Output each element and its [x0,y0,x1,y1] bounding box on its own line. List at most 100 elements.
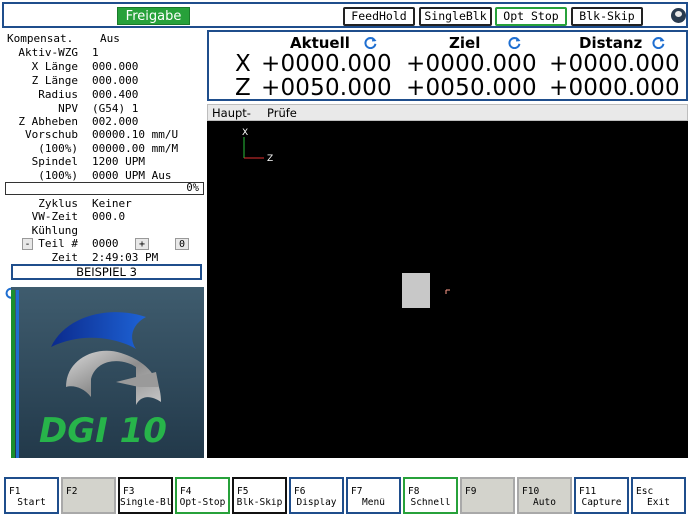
dgi-logo-panel: DGI 10 [5,287,204,458]
dro-x-distance: +0000.000 [549,51,680,77]
fkey-f8-rapid[interactable]: F8 Schnell [403,477,458,514]
fkey-label: Schnell [410,498,451,508]
z-length-value: 000.000 [92,74,139,87]
fkey-code: F5 [237,486,249,497]
fkey-f7-menu[interactable]: F7 Menü [346,477,401,514]
fkey-label: Start [17,498,46,508]
fkey-f11-capture[interactable]: F11 Capture [574,477,629,514]
fkey-f9[interactable]: F9 [460,477,515,514]
radius-value: 000.400 [92,88,139,101]
part-counter-row: - Teil # 0000 + 0 [2,237,205,251]
fkey-f5-blk-skip[interactable]: F5 Blk-Skip [232,477,287,514]
spindle-override-label: (100%) [38,169,78,182]
fkey-label: Exit [647,498,670,508]
z-length-label: Z Länge [31,74,78,87]
part-label: Teil # [38,237,78,250]
function-key-bar: F1 Start F2 F3 Single-Bl F4 Opt-Stop F5 … [2,477,688,514]
dwell-label: VW-Zeit [31,210,78,223]
compensation-value: Aus [100,32,120,45]
tab-check[interactable]: Prüfe [267,106,297,120]
fkey-esc-exit[interactable]: Esc Exit [631,477,686,514]
singleblock-button[interactable]: SingleBlk [419,7,492,26]
fkey-code: F11 [579,486,597,497]
dro-x-actual: +0000.000 [261,51,392,77]
npv-value: (G54) 1 [92,102,139,115]
program-name[interactable]: BEISPIEL 3 [11,264,202,280]
npv-label: NPV [58,102,78,115]
dwell-row: VW-Zeit 000.0 [2,210,205,224]
tab-main[interactable]: Haupt- [212,106,251,120]
refresh-target-icon[interactable] [508,36,521,49]
workpiece-stock [402,273,430,308]
tool-marker-icon [445,289,450,294]
top-status-bar: Freigabe FeedHold SingleBlk Opt Stop Blk… [2,2,688,28]
fkey-code: Esc [636,486,654,497]
radius-row: Radius 000.400 [2,88,205,102]
dro-axis-z: Z [235,75,251,101]
active-tool-row: Aktiv-WZG 1 [2,46,205,60]
compensation-label: Kompensat. [7,32,74,45]
active-tool-label: Aktiv-WZG [18,46,78,59]
refresh-distance-icon[interactable] [652,36,665,49]
part-value: 0000 [92,237,119,250]
program-progress-bar: 0% [5,182,204,195]
z-lift-label: Z Abheben [18,115,78,128]
fkey-f6-display[interactable]: F6 Display [289,477,344,514]
fkey-f2[interactable]: F2 [61,477,116,514]
fkey-label: Auto [533,498,556,508]
radius-label: Radius [38,88,78,101]
fkey-code: F8 [408,486,420,497]
fkey-code: F1 [9,486,21,497]
part-reset-button[interactable]: 0 [175,238,189,250]
x-length-row: X Länge 000.000 [2,60,205,74]
dgi-logo-icon: DGI 10 [11,287,204,458]
part-decrement-button[interactable]: - [22,238,33,250]
fkey-code: F6 [294,486,306,497]
refresh-actual-icon[interactable] [364,36,377,49]
z-length-row: Z Länge 000.000 [2,74,205,88]
fkey-f10-auto[interactable]: F10 Auto [517,477,572,514]
feed-value: 00000.10 mm/U [92,128,179,141]
fkey-code: F10 [522,486,540,497]
time-label: Zeit [51,251,79,264]
fkey-code: F7 [351,486,363,497]
z-lift-row: Z Abheben 002.000 [2,115,205,129]
spindle-row: Spindel 1200 UPM [2,155,205,169]
fkey-f4-opt-stop[interactable]: F4 Opt-Stop [175,477,230,514]
time-value: 2:49:03 PM [92,251,159,264]
fkey-label: Capture [581,498,622,508]
dro-header-target: Ziel [449,34,481,52]
dro-x-target: +0000.000 [406,51,537,77]
spindle-override-value: 0000 UPM Aus [92,169,172,182]
time-row: Zeit 2:49:03 PM [2,251,205,265]
fkey-f3-single-block[interactable]: F3 Single-Bl [118,477,173,514]
fkey-code: F9 [465,486,477,497]
toolpath-viewport[interactable]: X Z [207,121,688,458]
part-increment-button[interactable]: + [135,238,149,250]
dwell-value: 000.0 [92,210,126,223]
feedhold-button[interactable]: FeedHold [343,7,415,26]
optstop-button[interactable]: Opt Stop [495,7,567,26]
logo-disc-icon[interactable] [671,8,686,23]
fkey-label: Single-Bl [120,498,171,508]
axis-z-label: Z [267,154,273,164]
logo-text: DGI 10 [39,411,167,451]
active-tool-value: 1 [92,46,99,59]
npv-row: NPV (G54) 1 [2,102,205,116]
axis-x-label: X [242,128,248,138]
fkey-code: F4 [180,486,192,497]
spindle-override-row: (100%) 0000 UPM Aus [2,169,205,183]
enable-indicator[interactable]: Freigabe [117,7,190,25]
feed-override-label: (100%) [38,142,78,155]
feed-row: Vorschub 00000.10 mm/U [2,128,205,142]
feed-override-value: 00000.00 mm/M [92,142,179,155]
dro-z-actual: +0050.000 [261,75,392,101]
blockskip-button[interactable]: Blk-Skip [571,7,643,26]
fkey-f1-start[interactable]: F1 Start [4,477,59,514]
compensation-row: Kompensat. Aus [2,32,205,46]
fkey-label: Blk-Skip [236,498,283,508]
dro-z-distance: +0000.000 [549,75,680,101]
spindle-label: Spindel [31,155,78,168]
status-panel: Kompensat. Aus Aktiv-WZG 1 X Länge 000.0… [2,30,205,458]
x-length-value: 000.000 [92,60,139,73]
